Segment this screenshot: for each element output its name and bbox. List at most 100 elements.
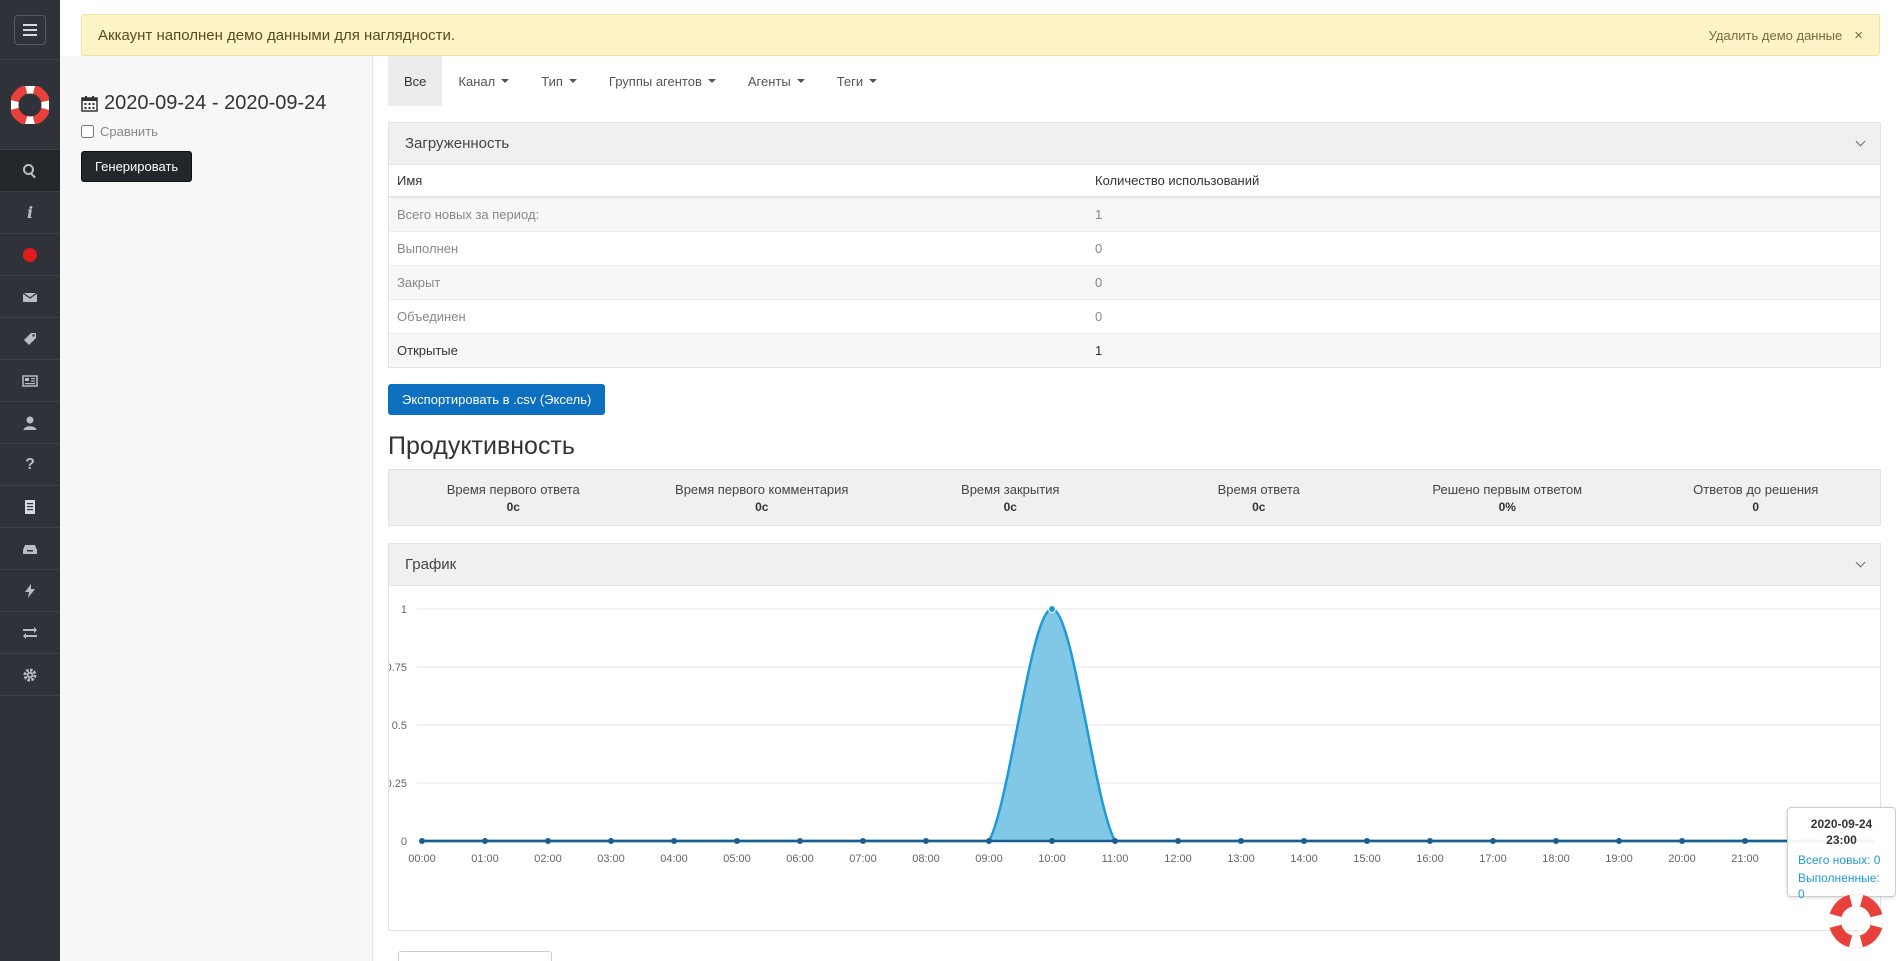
y-tick-label: 1 bbox=[401, 604, 407, 616]
alert-message: Аккаунт наполнен демо данными для нагляд… bbox=[98, 26, 455, 44]
sidebar-item-transfer[interactable] bbox=[0, 612, 60, 654]
load-table: Имя Количество использований Всего новых… bbox=[389, 165, 1880, 367]
alert-close-icon[interactable]: × bbox=[1854, 27, 1863, 44]
x-tick-label: 17:00 bbox=[1479, 853, 1507, 865]
x-tick-label: 09:00 bbox=[975, 853, 1003, 865]
x-tick-label: 04:00 bbox=[660, 853, 688, 865]
y-tick-label: 0 bbox=[401, 836, 407, 848]
y-tick-label: 0.25 bbox=[389, 778, 407, 790]
chart-panel-header[interactable]: График bbox=[389, 544, 1880, 586]
sidebar-item-info[interactable]: i bbox=[0, 192, 60, 234]
sidebar-item-tags[interactable] bbox=[0, 318, 60, 360]
x-tick-label: 05:00 bbox=[723, 853, 751, 865]
x-tick-label: 19:00 bbox=[1605, 853, 1633, 865]
data-point-done bbox=[797, 838, 803, 844]
sidebar-item-automation[interactable] bbox=[0, 570, 60, 612]
tab-label: Группы агентов bbox=[608, 73, 702, 89]
data-point-done bbox=[1112, 838, 1118, 844]
sidebar-item-inbox[interactable] bbox=[0, 528, 60, 570]
sidebar-menu-toggle[interactable] bbox=[0, 0, 60, 60]
sidebar-item-reports[interactable] bbox=[0, 486, 60, 528]
bottom-control[interactable] bbox=[398, 951, 552, 961]
export-csv-button[interactable]: Экспортировать в .csv (Эксель) bbox=[388, 384, 606, 415]
data-point-done bbox=[1364, 838, 1370, 844]
data-point-done bbox=[734, 838, 740, 844]
tab-agents[interactable]: Агенты bbox=[732, 56, 821, 106]
data-point-done bbox=[986, 838, 992, 844]
sidebar-item-status[interactable] bbox=[0, 234, 60, 276]
stat-first-response: Время первого ответа 0с bbox=[389, 470, 638, 525]
row-name: Открытые bbox=[389, 332, 1087, 367]
date-range-picker[interactable]: 2020-09-24 - 2020-09-24 bbox=[81, 92, 326, 115]
data-point-done bbox=[419, 838, 425, 844]
compare-toggle[interactable]: Сравнить bbox=[81, 124, 158, 139]
productivity-stats: Время первого ответа 0с Время первого ком… bbox=[388, 469, 1881, 526]
tooltip-time: 23:00 bbox=[1826, 833, 1857, 847]
tooltip-date: 2020-09-24 bbox=[1810, 817, 1873, 831]
load-panel-header[interactable]: Загруженность bbox=[389, 123, 1880, 165]
chevron-down-icon[interactable] bbox=[1855, 557, 1866, 568]
sidebar-item-help[interactable]: ? bbox=[0, 444, 60, 486]
chart-tooltip: 2020-09-24 23:00 Всего новых: 0 Выполнен… bbox=[1787, 807, 1896, 901]
calendar-icon bbox=[81, 96, 98, 112]
data-point-done bbox=[1049, 838, 1055, 844]
x-tick-label: 20:00 bbox=[1668, 853, 1696, 865]
row-value: 0 bbox=[1087, 264, 1880, 299]
x-tick-label: 14:00 bbox=[1290, 853, 1318, 865]
stat-response-time: Время ответа 0с bbox=[1135, 470, 1384, 525]
data-point-done bbox=[860, 838, 866, 844]
data-point-done bbox=[1301, 838, 1307, 844]
chevron-down-icon[interactable] bbox=[1855, 136, 1866, 147]
filter-panel: 2020-09-24 - 2020-09-24 Сравнить Генерир… bbox=[60, 56, 373, 961]
tab-all[interactable]: Все bbox=[388, 56, 443, 106]
sidebar-item-users[interactable] bbox=[0, 402, 60, 444]
x-tick-label: 12:00 bbox=[1164, 853, 1192, 865]
tab-tags[interactable]: Теги bbox=[821, 56, 893, 106]
sidebar-item-settings[interactable] bbox=[0, 654, 60, 696]
row-name: Закрыт bbox=[389, 264, 1087, 299]
data-point-done bbox=[1238, 838, 1244, 844]
data-point-done bbox=[1616, 838, 1622, 844]
tab-agent-groups[interactable]: Группы агентов bbox=[593, 56, 732, 106]
x-tick-label: 21:00 bbox=[1731, 853, 1759, 865]
sidebar: i ? bbox=[0, 0, 60, 961]
sidebar-item-search[interactable] bbox=[0, 150, 60, 192]
chart-panel: График 0 0.25 0.5 0.75 1 00:00 01:00 02:00 03:00… bbox=[388, 543, 1881, 931]
tab-label: Канал bbox=[458, 73, 496, 89]
row-value: 0 bbox=[1087, 298, 1880, 333]
lightning-icon bbox=[25, 583, 35, 598]
app-logo[interactable] bbox=[0, 60, 60, 150]
table-row: Открытые 1 bbox=[389, 332, 1880, 367]
stat-value: 0с bbox=[1003, 499, 1017, 514]
data-point-done bbox=[1742, 838, 1748, 844]
x-tick-label: 15:00 bbox=[1353, 853, 1381, 865]
help-widget-lifebuoy-icon[interactable] bbox=[1828, 893, 1884, 949]
data-point-done bbox=[671, 838, 677, 844]
tab-label: Все bbox=[404, 73, 427, 89]
tab-channel[interactable]: Канал bbox=[442, 56, 525, 106]
caret-down-icon bbox=[869, 79, 878, 83]
row-name: Объединен bbox=[389, 298, 1087, 333]
data-point-done bbox=[1175, 838, 1181, 844]
stat-first-comment: Время первого комментария 0с bbox=[638, 470, 887, 525]
compare-checkbox[interactable] bbox=[81, 125, 94, 138]
sidebar-item-mail[interactable] bbox=[0, 276, 60, 318]
row-value: 1 bbox=[1087, 332, 1880, 367]
data-point-done bbox=[1490, 838, 1496, 844]
x-tick-label: 13:00 bbox=[1227, 853, 1255, 865]
stat-label: Решено первым ответом bbox=[1432, 481, 1583, 497]
date-range-text: 2020-09-24 - 2020-09-24 bbox=[104, 92, 327, 114]
tab-type[interactable]: Тип bbox=[525, 56, 593, 106]
stat-value: 0% bbox=[1498, 499, 1516, 514]
stat-value: 0с bbox=[1252, 499, 1266, 514]
caret-down-icon bbox=[568, 79, 577, 83]
row-name: Всего новых за период: bbox=[389, 196, 1087, 231]
stat-value: 0 bbox=[1752, 499, 1760, 514]
x-tick-label: 08:00 bbox=[912, 853, 940, 865]
remove-demo-data-link[interactable]: Удалить демо данные bbox=[1709, 28, 1843, 43]
stat-value: 0с bbox=[755, 499, 769, 514]
table-row: Объединен 0 bbox=[389, 298, 1880, 333]
sidebar-item-knowledge[interactable] bbox=[0, 360, 60, 402]
stat-label: Время первого комментария bbox=[675, 481, 849, 497]
generate-button[interactable]: Генерировать bbox=[81, 151, 193, 182]
